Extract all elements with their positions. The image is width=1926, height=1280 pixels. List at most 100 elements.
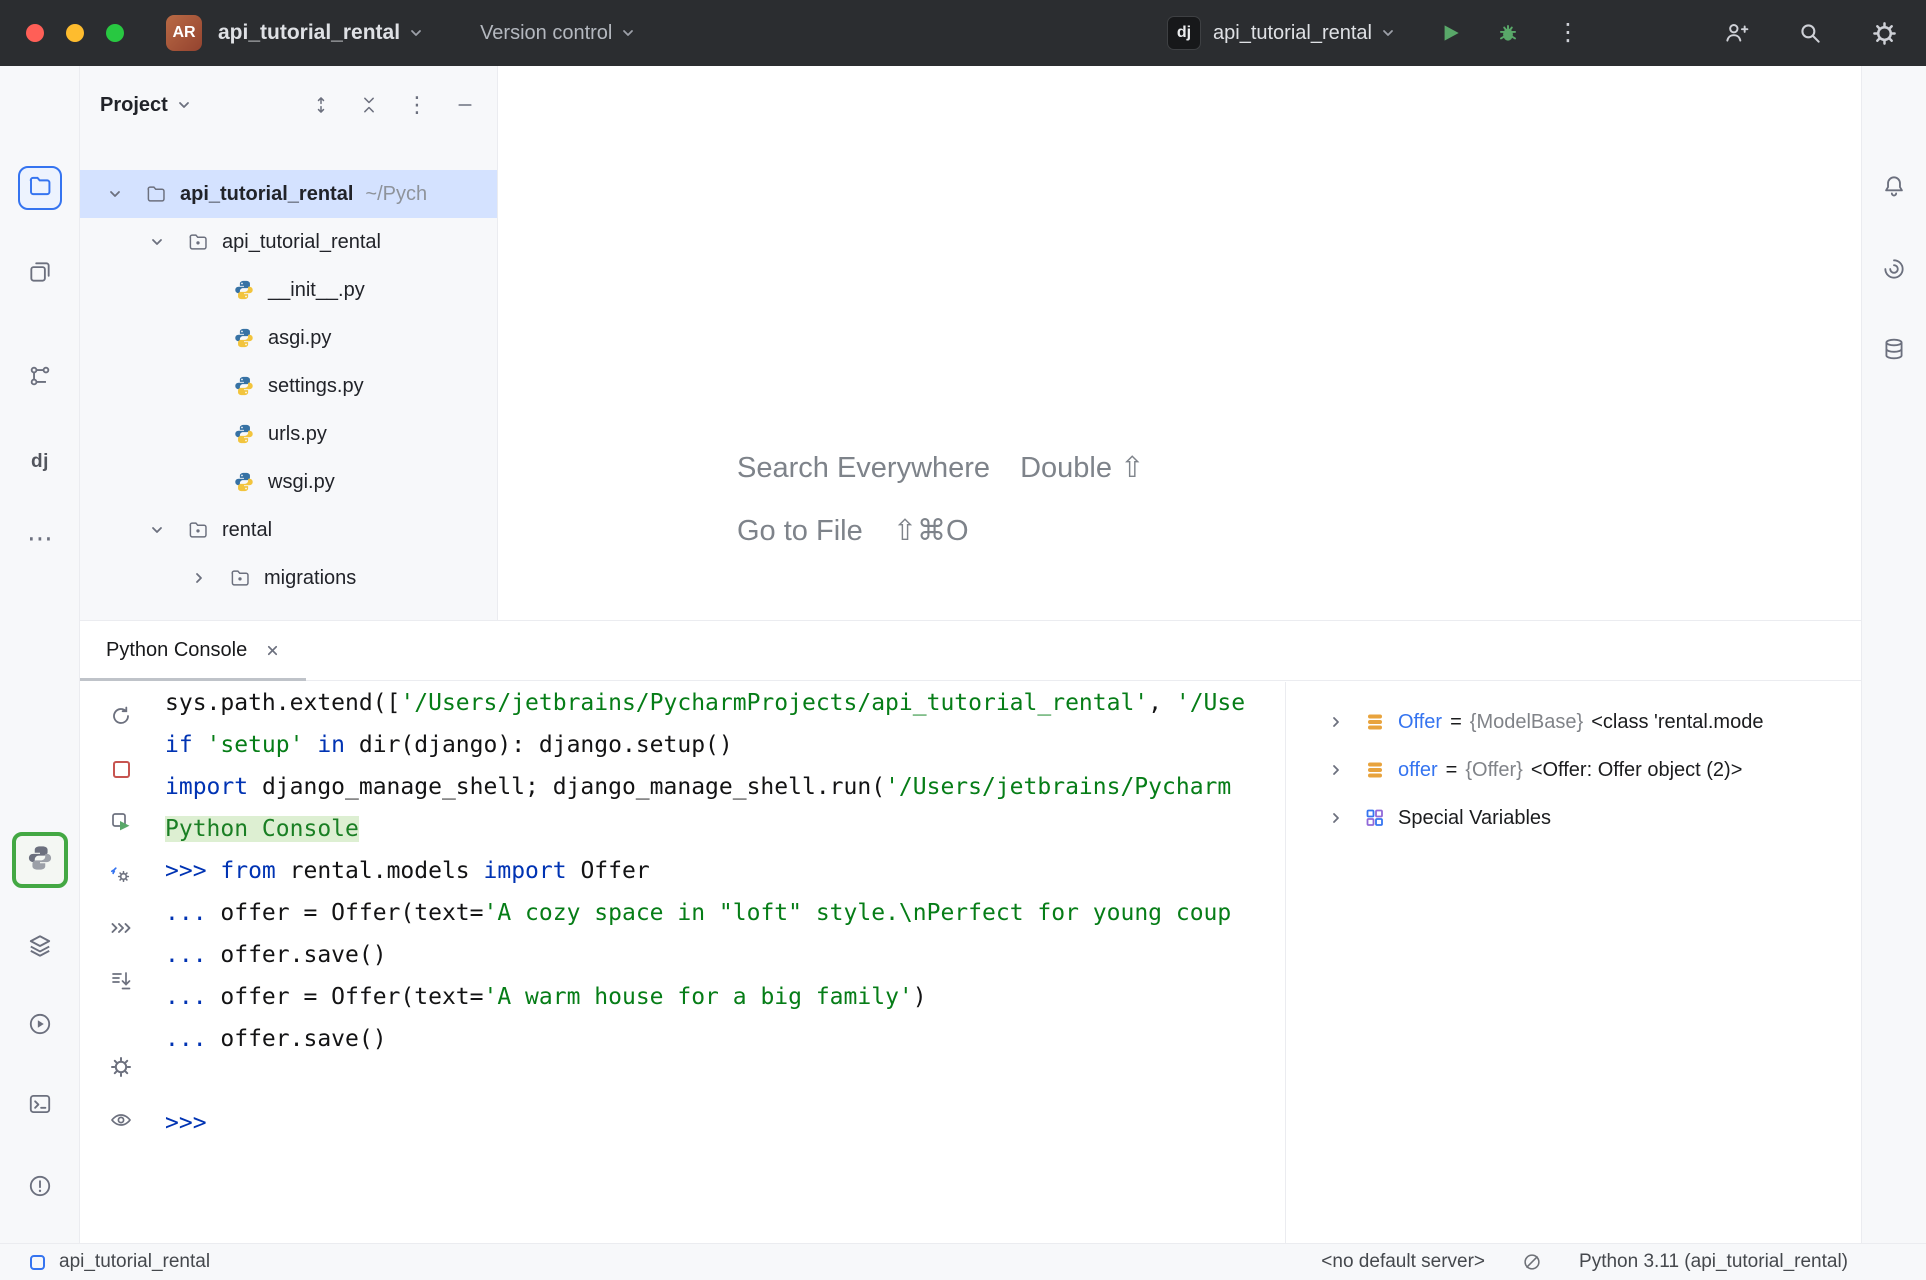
tree-item-label: migrations xyxy=(264,567,356,590)
code-segment: Python Console xyxy=(165,816,359,842)
statusbar-project-name[interactable]: api_tutorial_rental xyxy=(59,1251,210,1273)
more-actions-kebab-icon[interactable]: ⋮ xyxy=(1550,15,1586,51)
settings-gear-icon[interactable] xyxy=(1866,15,1902,51)
default-server-widget[interactable]: <no default server> xyxy=(1321,1251,1485,1273)
history-icon[interactable] xyxy=(103,910,139,946)
tree-row-folder[interactable]: migrations xyxy=(80,554,497,602)
structure-tool-window-button[interactable] xyxy=(16,354,64,402)
variable-equals: = xyxy=(1450,711,1462,734)
scroll-to-end-icon[interactable] xyxy=(103,963,139,999)
console-settings-gear-icon[interactable] xyxy=(103,1049,139,1085)
structure-icon xyxy=(27,363,53,394)
python-file-icon xyxy=(232,326,256,350)
code-segment: django_manage_shell; django_manage_shell… xyxy=(262,774,885,800)
close-icon[interactable] xyxy=(265,643,280,658)
chevron-down-icon[interactable] xyxy=(408,25,424,41)
close-window-button[interactable] xyxy=(26,24,44,42)
bell-icon xyxy=(1881,173,1907,204)
titlebar-actions: dj api_tutorial_rental ⋮ xyxy=(1167,15,1926,51)
code-segment: '/Users/jetbrains/Pycharm xyxy=(885,774,1231,800)
tree-row-file[interactable]: asgi.py xyxy=(80,314,497,362)
search-icon[interactable] xyxy=(1792,15,1828,51)
tree-row-file[interactable]: urls.py xyxy=(80,410,497,458)
project-name-widget[interactable]: api_tutorial_rental xyxy=(218,21,400,45)
run-button[interactable] xyxy=(1432,15,1468,51)
commit-tool-window-button[interactable] xyxy=(16,250,64,298)
slashed-circle-icon[interactable] xyxy=(1521,1251,1543,1273)
problems-tool-window-button[interactable] xyxy=(16,1164,64,1212)
database-button[interactable] xyxy=(1872,329,1916,373)
tree-row-project-root[interactable]: api_tutorial_rental ~/Pych xyxy=(80,170,497,218)
tree-row-package[interactable]: rental xyxy=(80,506,497,554)
variable-row[interactable]: Offer = {ModelBase} <class 'rental.mode xyxy=(1286,698,1861,746)
chevron-down-icon xyxy=(620,25,636,41)
collapse-all-icon[interactable] xyxy=(357,93,381,117)
tree-row-file[interactable]: wsgi.py xyxy=(80,458,497,506)
python-interpreter-widget[interactable]: Python 3.11 (api_tutorial_rental) xyxy=(1579,1251,1848,1273)
chevron-down-icon[interactable] xyxy=(142,234,172,250)
folder-icon xyxy=(27,173,53,204)
console-output-area[interactable]: sys.path.extend(['/Users/jetbrains/Pycha… xyxy=(162,682,1285,1243)
add-user-icon[interactable] xyxy=(1718,15,1754,51)
variable-row[interactable]: offer = {Offer} <Offer: Offer object (2)… xyxy=(1286,746,1861,794)
code-segment: ) xyxy=(913,984,927,1010)
notifications-button[interactable] xyxy=(1872,166,1916,210)
chevron-down-icon[interactable] xyxy=(142,522,172,538)
project-panel-title[interactable]: Project xyxy=(100,94,168,117)
variable-value: <class 'rental.mode xyxy=(1591,711,1763,734)
hint-shortcut: Double ⇧ xyxy=(1020,450,1144,485)
run-configuration-selector[interactable]: api_tutorial_rental xyxy=(1213,22,1396,45)
debug-button[interactable] xyxy=(1490,15,1526,51)
eye-icon[interactable] xyxy=(103,1102,139,1138)
tree-row-file[interactable]: settings.py xyxy=(80,362,497,410)
panel-options-kebab-icon[interactable]: ⋮ xyxy=(405,93,429,117)
console-line: if 'setup' in dir(django): django.setup(… xyxy=(162,724,1285,766)
hint-label: Search Everywhere xyxy=(737,452,990,485)
hide-panel-icon[interactable] xyxy=(453,93,477,117)
select-opened-file-icon[interactable] xyxy=(309,93,333,117)
version-control-widget[interactable]: Version control xyxy=(480,22,636,45)
chevron-right-icon[interactable] xyxy=(1328,810,1348,826)
tree-row-package[interactable]: api_tutorial_rental xyxy=(80,218,497,266)
tab-label: Python Console xyxy=(106,639,247,662)
code-segment: 'A cozy space in "loft" style.\nPerfect … xyxy=(484,900,1232,926)
tab-python-console[interactable]: Python Console xyxy=(80,621,306,680)
console-line xyxy=(162,1060,1285,1102)
django-structure-tool-window-button[interactable]: dj xyxy=(16,438,64,486)
right-tool-stripe xyxy=(1861,66,1926,1243)
hint-shortcut: ⇧⌘O xyxy=(893,513,969,548)
chevron-down-icon xyxy=(1380,25,1396,41)
console-prompt-line[interactable]: >>> xyxy=(162,1102,1285,1144)
stop-icon[interactable] xyxy=(103,751,139,787)
avatar[interactable]: AR xyxy=(166,15,202,51)
console-line: Python Console xyxy=(162,808,1285,850)
minimize-window-button[interactable] xyxy=(66,24,84,42)
chevron-right-icon[interactable] xyxy=(1328,714,1348,730)
python-console-tool-window-button[interactable] xyxy=(12,832,68,888)
rerun-icon[interactable] xyxy=(103,698,139,734)
attach-debugger-icon[interactable] xyxy=(103,857,139,893)
terminal-tool-window-button[interactable] xyxy=(16,1082,64,1130)
code-segment: ... xyxy=(165,1026,220,1052)
folder-icon xyxy=(144,182,168,206)
tree-row-file[interactable]: __init__.py xyxy=(80,266,497,314)
more-tool-windows-button[interactable]: ⋯ xyxy=(16,514,64,562)
maximize-window-button[interactable] xyxy=(106,24,124,42)
run-tool-window-button[interactable] xyxy=(16,1002,64,1050)
execute-icon[interactable] xyxy=(103,804,139,840)
ai-assistant-button[interactable] xyxy=(1872,249,1916,293)
chevron-right-icon[interactable] xyxy=(1328,762,1348,778)
project-widget-icon[interactable] xyxy=(30,1255,45,1270)
project-tree: api_tutorial_rental ~/Pych api_tutorial_… xyxy=(80,144,497,602)
project-tool-window-button[interactable] xyxy=(18,166,62,210)
chevron-down-icon[interactable] xyxy=(176,97,192,113)
chevron-down-icon[interactable] xyxy=(100,186,130,202)
variable-value: <Offer: Offer object (2)> xyxy=(1531,759,1743,782)
chevron-right-icon[interactable] xyxy=(184,570,214,586)
console-line: sys.path.extend(['/Users/jetbrains/Pycha… xyxy=(162,682,1285,724)
special-variables-row[interactable]: Special Variables xyxy=(1286,794,1861,842)
hint-goto-file: Go to File ⇧⌘O xyxy=(737,513,1144,548)
variable-type: {Offer} xyxy=(1465,759,1522,782)
services-tool-window-button[interactable] xyxy=(16,924,64,972)
variable-type: {ModelBase} xyxy=(1470,711,1583,734)
